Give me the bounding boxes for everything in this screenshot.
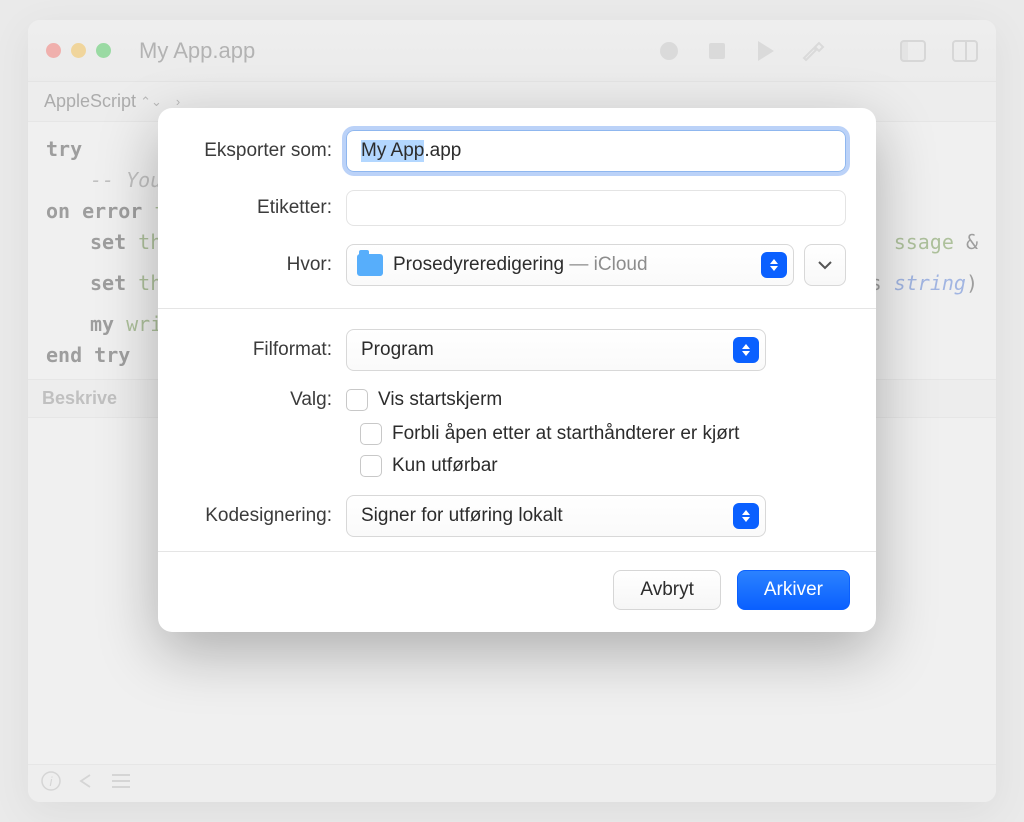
toolbar (658, 38, 978, 64)
filename-selected-text: My App (361, 140, 424, 162)
list-icon[interactable] (110, 772, 132, 795)
codesign-label: Kodesignering: (188, 505, 346, 527)
stay-open-checkbox[interactable] (360, 423, 382, 445)
filename-input[interactable]: My App.app (346, 130, 846, 172)
panel-left-icon[interactable] (900, 40, 926, 62)
language-label: AppleScript (44, 91, 136, 112)
where-label: Hvor: (188, 254, 346, 276)
zoom-window-button[interactable] (96, 43, 111, 58)
format-select[interactable]: Program (346, 329, 766, 371)
language-selector[interactable]: AppleScript ⌃⌄ (36, 91, 170, 112)
cancel-button[interactable]: Avbryt (613, 570, 721, 610)
info-icon[interactable]: i (40, 770, 62, 797)
status-bar: i (28, 764, 996, 802)
run-only-checkbox[interactable] (360, 455, 382, 477)
options-label: Valg: (188, 389, 346, 411)
hammer-icon[interactable] (802, 38, 828, 64)
record-icon[interactable] (658, 40, 680, 62)
codesign-value: Signer for utføring lokalt (361, 505, 723, 527)
back-icon[interactable] (76, 772, 96, 795)
minimize-window-button[interactable] (71, 43, 86, 58)
window-controls (46, 43, 111, 58)
save-button[interactable]: Arkiver (737, 570, 850, 610)
play-icon[interactable] (754, 39, 776, 63)
location-suffix: — iCloud (564, 254, 647, 275)
disclosure-button[interactable] (804, 244, 846, 286)
select-arrows-icon (761, 252, 787, 278)
format-label: Filformat: (188, 339, 346, 361)
codesign-select[interactable]: Signer for utføring lokalt (346, 495, 766, 537)
tags-label: Etiketter: (188, 197, 346, 219)
filename-extension: .app (424, 140, 461, 162)
select-arrows-icon (733, 337, 759, 363)
show-startup-label: Vis startskjerm (378, 389, 502, 411)
format-value: Program (361, 339, 723, 361)
export-dialog: Eksporter som: My App.app Etiketter: Hvo… (158, 108, 876, 632)
show-startup-checkbox[interactable] (346, 389, 368, 411)
location-select[interactable]: Prosedyreredigering — iCloud (346, 244, 794, 286)
folder-icon (357, 254, 383, 276)
run-only-label: Kun utførbar (392, 455, 498, 477)
location-folder-name: Prosedyreredigering (393, 254, 564, 275)
window-title: My App.app (139, 38, 255, 64)
svg-text:i: i (50, 774, 54, 789)
titlebar: My App.app (28, 20, 996, 82)
stay-open-label: Forbli åpen etter at starthåndterer er k… (392, 423, 739, 445)
tags-input[interactable] (346, 190, 846, 226)
path-chevron-icon: › (176, 94, 180, 109)
close-window-button[interactable] (46, 43, 61, 58)
filename-label: Eksporter som: (188, 140, 346, 162)
stop-icon[interactable] (706, 40, 728, 62)
select-arrows-icon (733, 503, 759, 529)
panel-right-icon[interactable] (952, 40, 978, 62)
